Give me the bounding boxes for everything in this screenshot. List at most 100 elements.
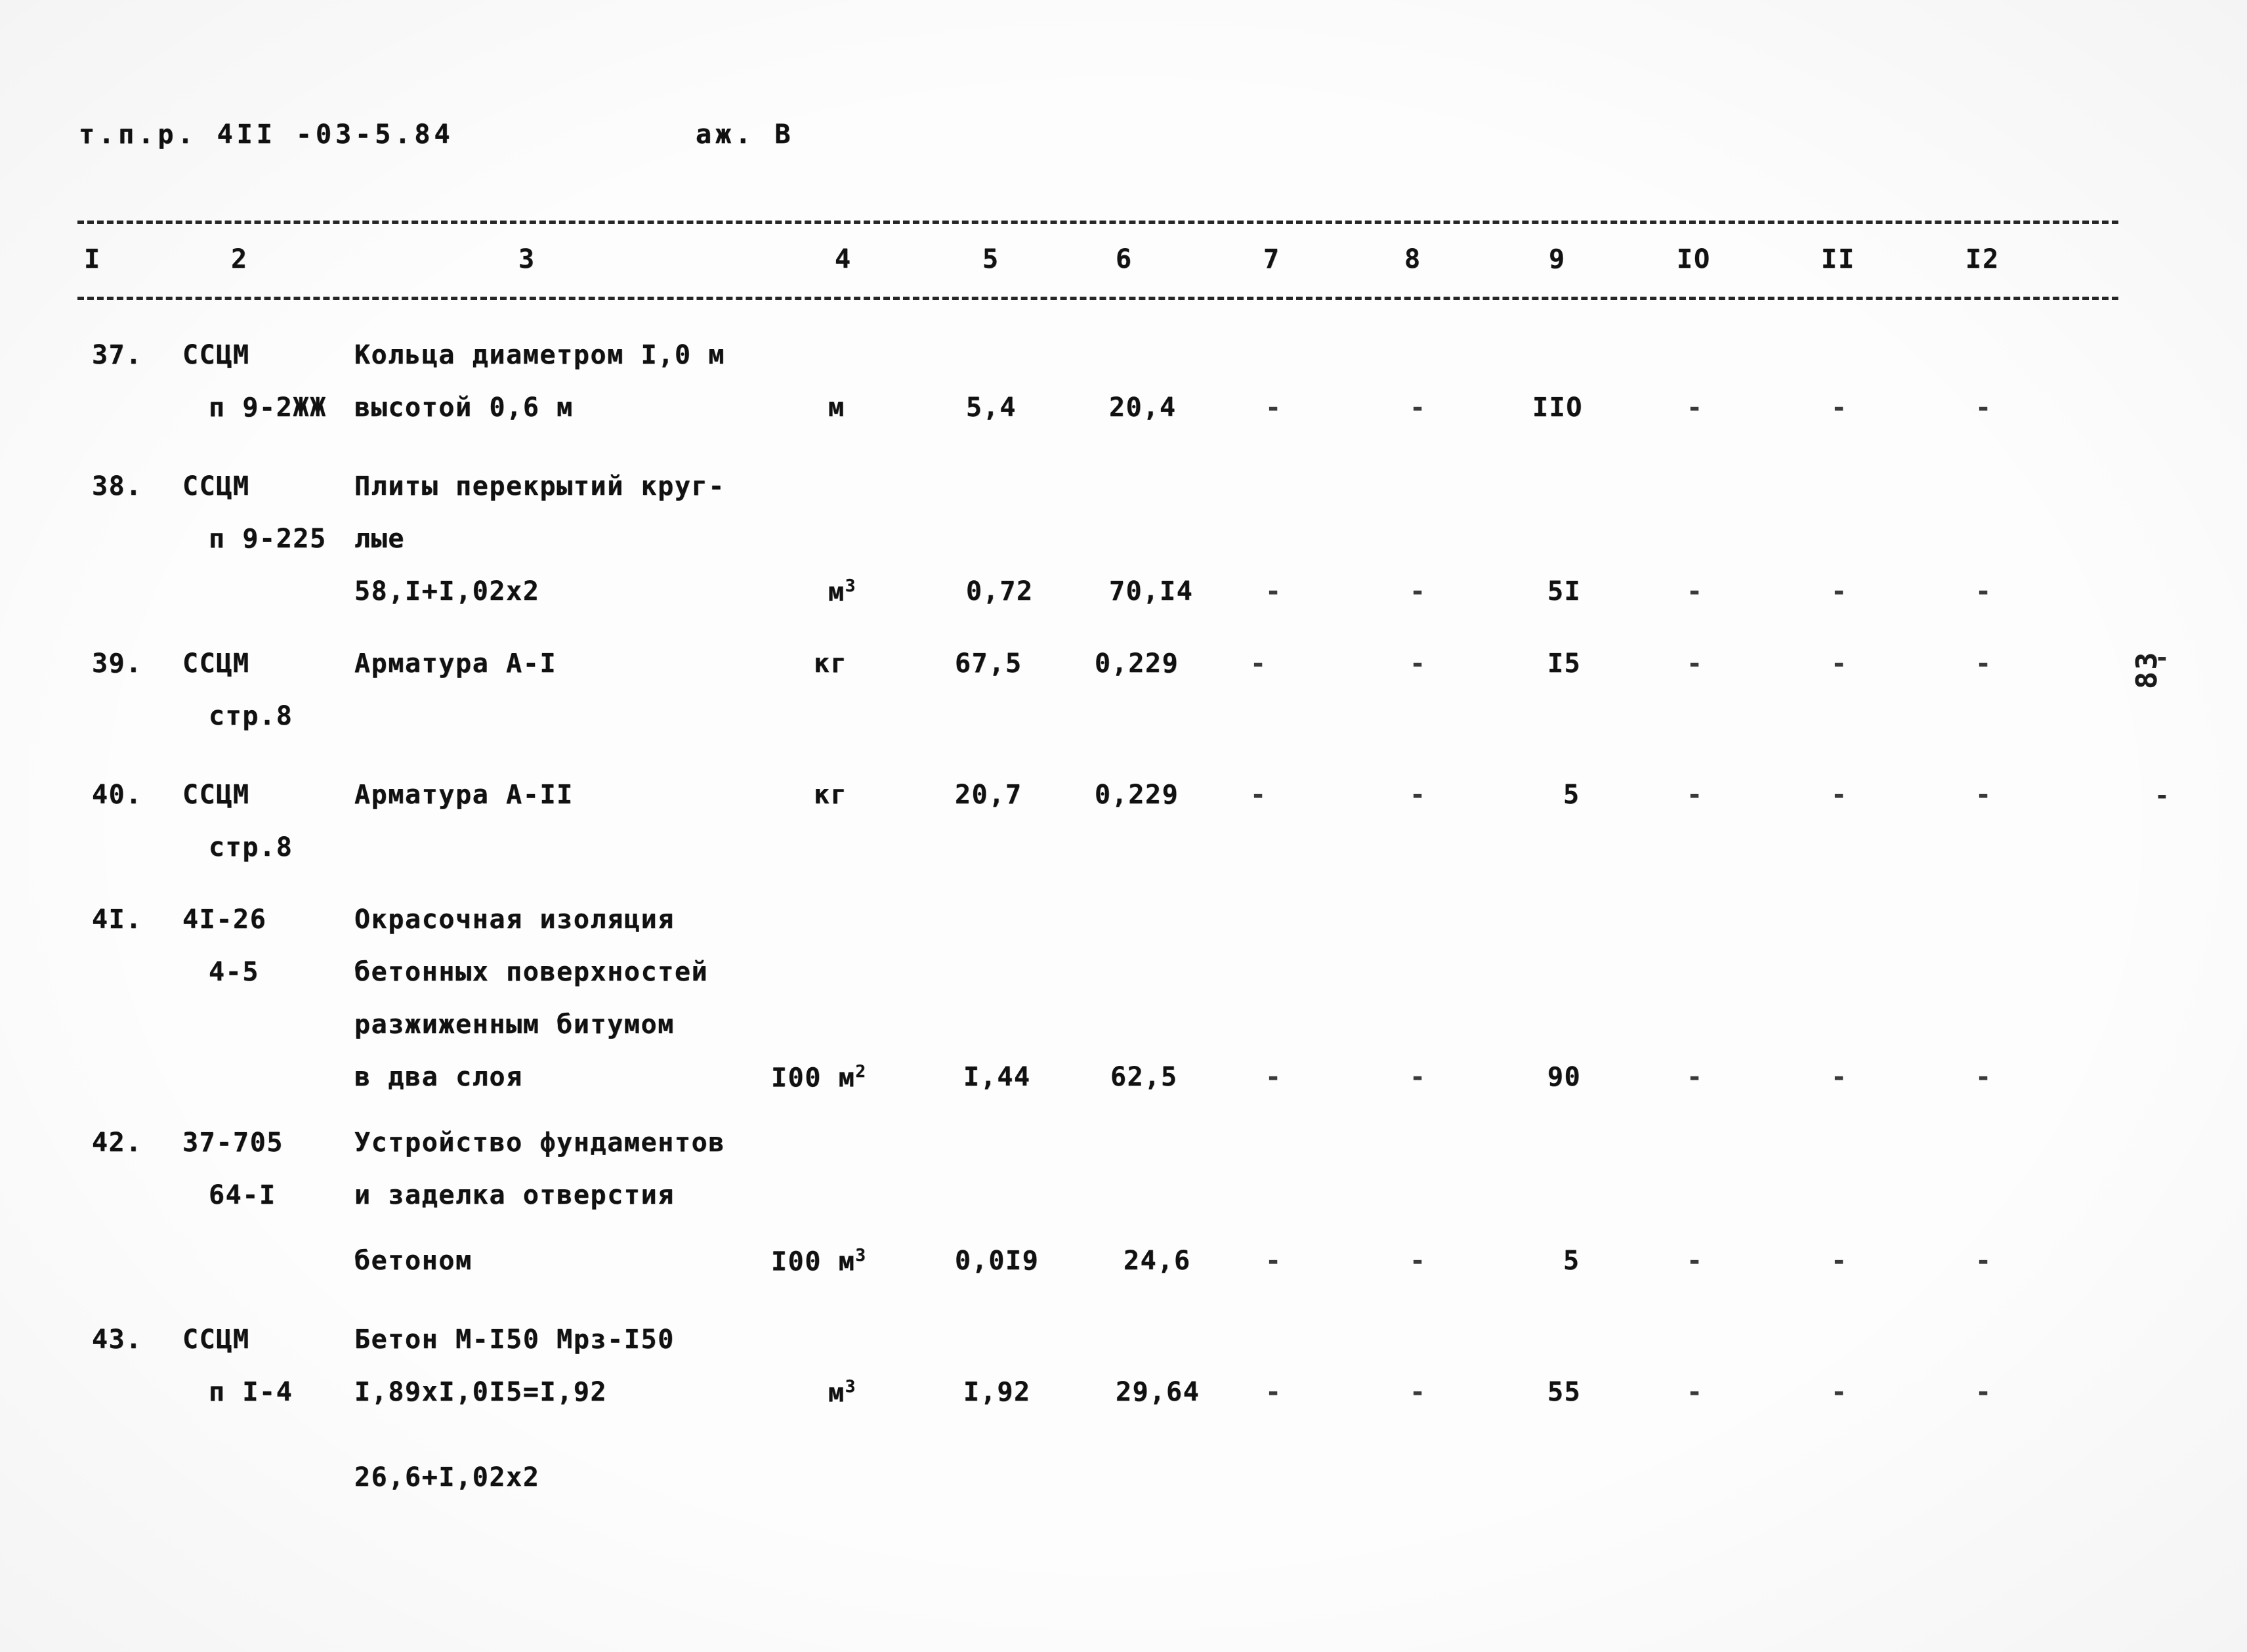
row-code-line-2: 64-I — [209, 1180, 276, 1210]
row-col11: - — [1831, 1377, 1848, 1407]
row-description-line: Кольца диаметром I,0 м — [354, 340, 726, 370]
row-col12: - — [1975, 1062, 1992, 1092]
row-col12: - — [1975, 392, 1992, 423]
row-col9: I5 — [1547, 648, 1582, 679]
row-description-line: 26,6+I,02х2 — [354, 1462, 540, 1493]
row-col12: - — [1975, 780, 1992, 810]
row-col10: - — [1687, 648, 1704, 679]
row-col7: - — [1250, 648, 1267, 679]
row-col10: - — [1687, 1246, 1704, 1276]
row-number: 39. — [92, 648, 143, 679]
row-quantity: 0,72 — [966, 576, 1034, 606]
row-col10: - — [1687, 576, 1704, 606]
row-col8: - — [1410, 576, 1427, 606]
row-col10: - — [1687, 392, 1704, 423]
row-code-line-1: ССЦМ — [182, 340, 250, 370]
row-code-line-1: ССЦМ — [182, 471, 250, 501]
row-price: 0,229 — [1095, 780, 1179, 810]
table-header-rule — [77, 297, 2118, 300]
column-header-2: 2 — [231, 244, 249, 274]
row-price: 24,6 — [1124, 1246, 1191, 1276]
row-col9: 5 — [1563, 780, 1580, 810]
column-header-10: IO — [1677, 244, 1712, 274]
row-quantity: I,92 — [963, 1377, 1031, 1407]
row-number: 4I. — [92, 904, 143, 935]
row-number: 43. — [92, 1324, 143, 1355]
row-col12: - — [1975, 1246, 1992, 1276]
table-top-rule — [77, 221, 2118, 224]
column-header-11: II — [1821, 244, 1856, 274]
document-sheet-label: аж. В — [696, 119, 795, 150]
column-header-7: 7 — [1263, 244, 1281, 274]
row-code-line-1: 4I-26 — [182, 904, 267, 935]
row-quantity: I,44 — [963, 1062, 1031, 1092]
row-col7: - — [1265, 576, 1282, 606]
row-col8: - — [1410, 780, 1427, 810]
row-description-line: лые — [354, 524, 406, 554]
row-col10: - — [1687, 780, 1704, 810]
row-col11: - — [1831, 648, 1848, 679]
row-unit: м3 — [828, 1377, 856, 1408]
row-col7: - — [1250, 780, 1267, 810]
column-header-4: 4 — [835, 244, 852, 274]
row-col8: - — [1410, 1062, 1427, 1092]
row-price: 62,5 — [1110, 1062, 1178, 1092]
margin-tick-bottom: - — [2154, 781, 2170, 810]
row-code-line-1: 37-705 — [182, 1128, 284, 1158]
row-unit: I00 м2 — [771, 1062, 866, 1093]
row-col8: - — [1410, 1246, 1427, 1276]
row-unit: кг — [814, 780, 848, 810]
row-col7: - — [1265, 1377, 1282, 1407]
row-col9: 90 — [1547, 1062, 1582, 1092]
row-quantity: 67,5 — [955, 648, 1022, 679]
row-unit: м — [828, 392, 845, 423]
row-code-line-2: стр.8 — [209, 832, 293, 862]
row-quantity: 20,7 — [955, 780, 1022, 810]
row-number: 42. — [92, 1128, 143, 1158]
row-col9: 5I — [1547, 576, 1582, 606]
row-col7: - — [1265, 1246, 1282, 1276]
row-number: 38. — [92, 471, 143, 501]
row-col11: - — [1831, 392, 1848, 423]
row-col11: - — [1831, 1246, 1848, 1276]
row-description-line: 58,I+I,02x2 — [354, 576, 540, 606]
row-description-line: разжиженным битумом — [354, 1009, 675, 1040]
row-code-line-2: стр.8 — [209, 701, 293, 731]
row-description-line: Устройство фундаментов — [354, 1128, 726, 1158]
column-header-12: I2 — [1965, 244, 2000, 274]
row-description-line: I,89хI,0I5=I,92 — [354, 1377, 608, 1407]
row-description-line: в два слоя — [354, 1062, 523, 1092]
row-code-line-2: п I-4 — [209, 1377, 293, 1407]
row-col9: IIO — [1532, 392, 1584, 423]
row-col7: - — [1265, 392, 1282, 423]
row-description-line: Бетон М-I50 Мрз-I50 — [354, 1324, 675, 1355]
row-description-line: Плиты перекрытий круг- — [354, 471, 726, 501]
row-price: 0,229 — [1095, 648, 1179, 679]
row-col7: - — [1265, 1062, 1282, 1092]
row-col11: - — [1831, 576, 1848, 606]
page-number: 83 — [2130, 650, 2164, 689]
row-col12: - — [1975, 1377, 1992, 1407]
scanned-page: т.п.р. 4II -03-5.84 аж. В I 2 3 4 5 6 7 … — [0, 0, 2247, 1652]
column-header-3: 3 — [518, 244, 536, 274]
row-unit: кг — [814, 648, 848, 679]
column-header-1: I — [84, 244, 102, 274]
page-sheet: т.п.р. 4II -03-5.84 аж. В I 2 3 4 5 6 7 … — [0, 0, 2247, 1652]
row-col9: 55 — [1547, 1377, 1582, 1407]
column-header-6: 6 — [1116, 244, 1133, 274]
row-number: 37. — [92, 340, 143, 370]
row-description-line: бетоном — [354, 1246, 472, 1276]
row-col10: - — [1687, 1062, 1704, 1092]
row-col11: - — [1831, 1062, 1848, 1092]
row-code-line-1: ССЦМ — [182, 1324, 250, 1355]
column-header-9: 9 — [1549, 244, 1566, 274]
row-description-line: высотой 0,6 м — [354, 392, 574, 423]
row-quantity: 5,4 — [966, 392, 1017, 423]
row-col12: - — [1975, 648, 1992, 679]
column-header-8: 8 — [1404, 244, 1422, 274]
row-col11: - — [1831, 780, 1848, 810]
row-description-line: Арматура А-II — [354, 780, 574, 810]
row-number: 40. — [92, 780, 143, 810]
row-unit: I00 м3 — [771, 1246, 866, 1277]
row-price: 20,4 — [1109, 392, 1177, 423]
